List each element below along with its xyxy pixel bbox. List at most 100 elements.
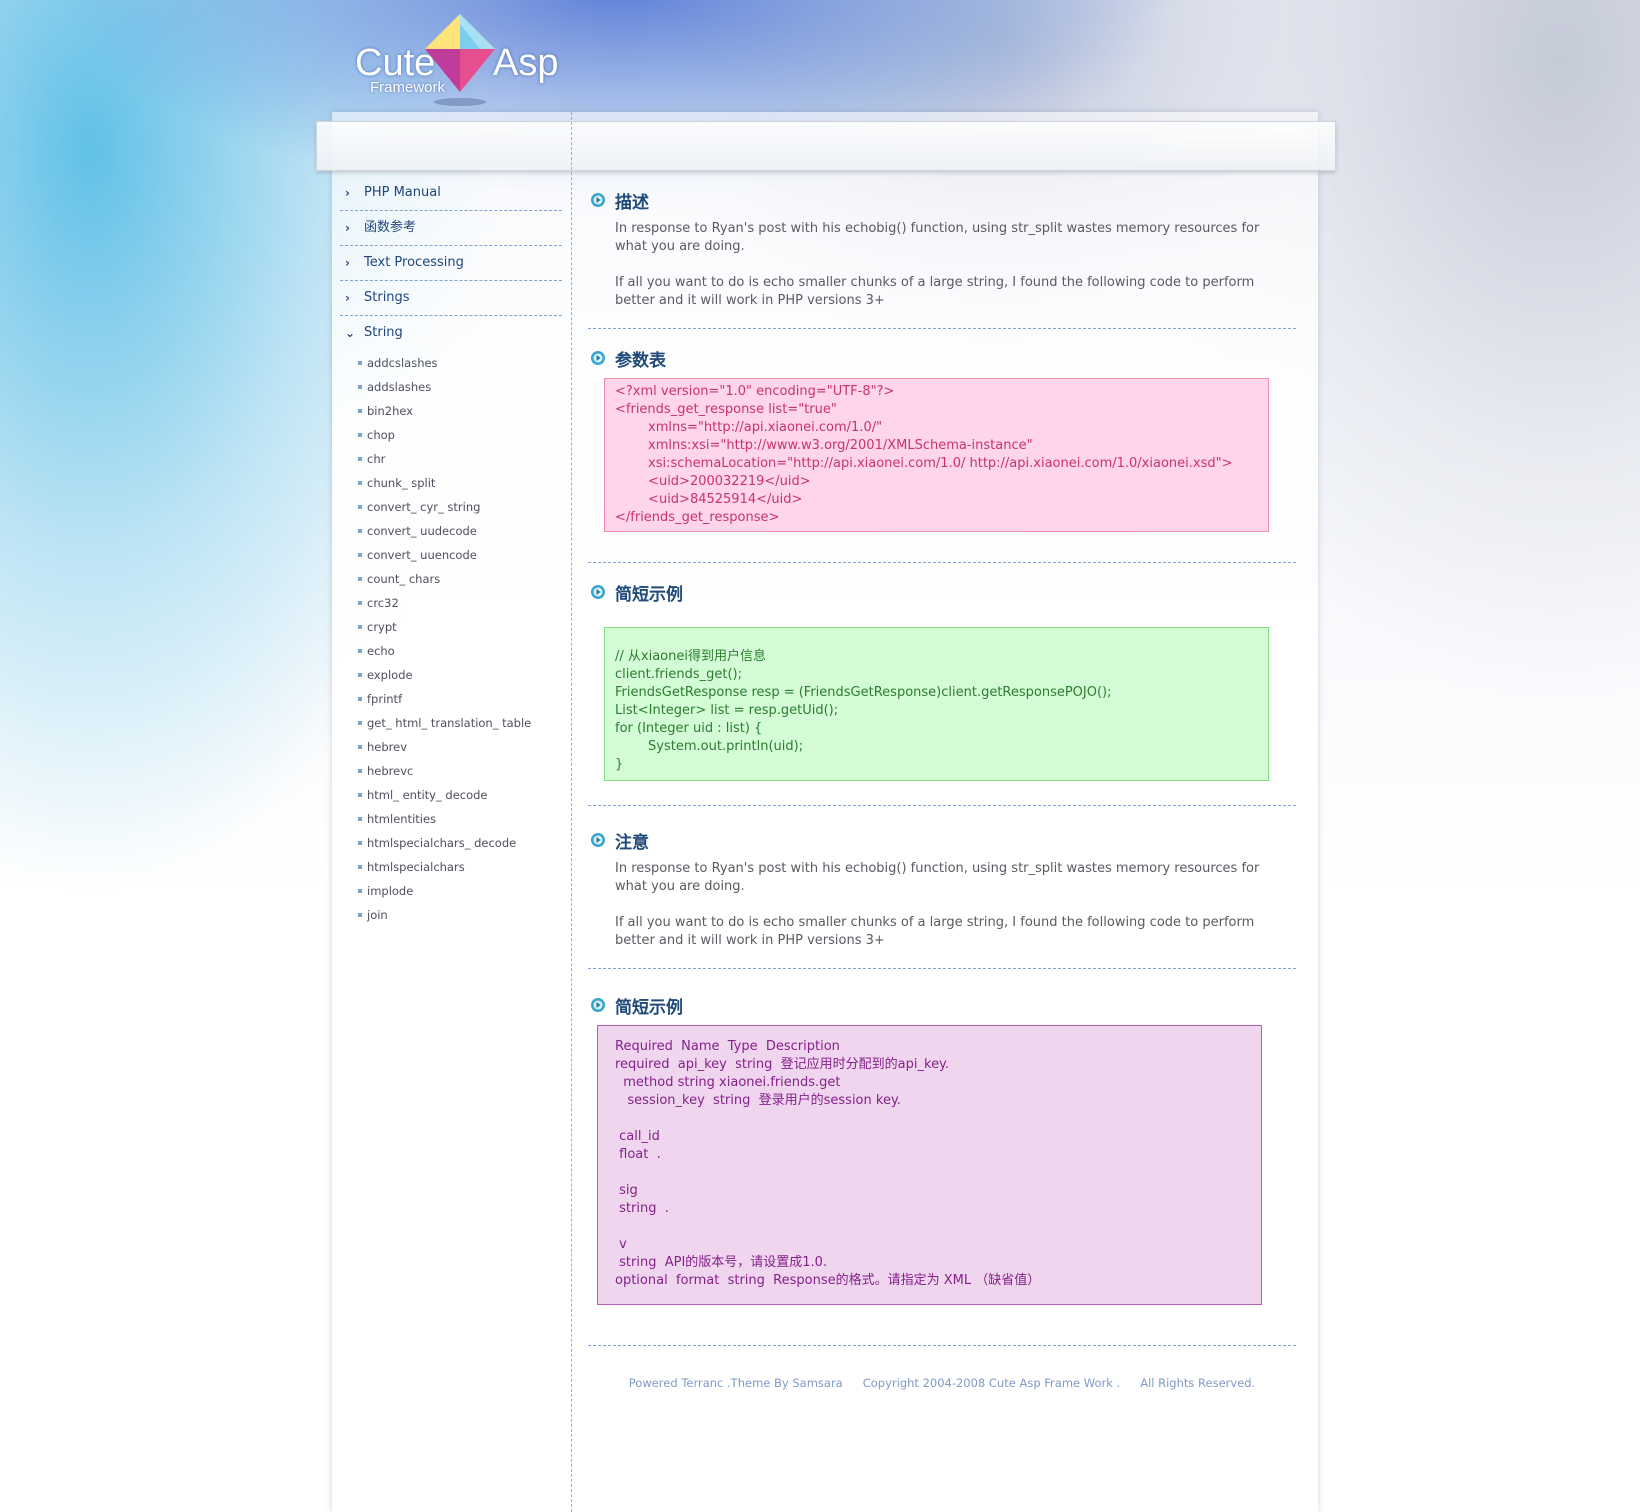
code-line: xsi:schemaLocation="http://api.xiaonei.c… bbox=[615, 456, 1233, 471]
sidebar-subitem[interactable]: join bbox=[340, 903, 562, 927]
sidebar-subitem[interactable]: count_ chars bbox=[340, 567, 562, 591]
sidebar-subitem-label: join bbox=[367, 908, 388, 922]
chevron-right-icon: › bbox=[345, 221, 350, 235]
section-title: 参数表 bbox=[615, 351, 666, 371]
string-function-list: addcslashes addslashes bin2hex chop chr chunk… bbox=[340, 351, 562, 927]
sidebar-item-label: String bbox=[364, 325, 403, 340]
bullet-icon bbox=[358, 433, 362, 437]
code-line: List<Integer> list = resp.getUid(); bbox=[615, 703, 839, 718]
sidebar-item-function-reference[interactable]: › 函数参考 bbox=[340, 211, 562, 246]
sidebar-subitem[interactable]: explode bbox=[340, 663, 562, 687]
section-title: 描述 bbox=[615, 193, 649, 213]
sidebar-subitem[interactable]: addslashes bbox=[340, 375, 562, 399]
paragraph: In response to Ryan's post with his echo… bbox=[615, 861, 1260, 894]
sidebar-subitem-label: htmlentities bbox=[367, 812, 437, 826]
code-line: // 从xiaonei得到用户信息 bbox=[615, 649, 766, 664]
sidebar-subitem[interactable]: crypt bbox=[340, 615, 562, 639]
footer-rights: All Rights Reserved. bbox=[1140, 1376, 1256, 1390]
sidebar-subitem-label: explode bbox=[367, 668, 413, 682]
sidebar-subitem-label: crypt bbox=[367, 620, 397, 634]
code-line: <friends_get_response list="true" bbox=[615, 402, 837, 417]
code-line: <?xml version="1.0" encoding="UTF-8"?> bbox=[615, 384, 895, 399]
sidebar-subitem[interactable]: hebrev bbox=[340, 735, 562, 759]
chevron-down-icon: ⌄ bbox=[345, 326, 356, 340]
section-body: In response to Ryan's post with his echo… bbox=[615, 860, 1265, 950]
bullet-icon bbox=[358, 409, 362, 413]
section-divider bbox=[588, 968, 1296, 969]
sidebar-subitem-label: convert_ uuencode bbox=[367, 548, 477, 562]
bullet-icon bbox=[358, 481, 362, 485]
code-line: sig bbox=[615, 1183, 638, 1198]
sidebar-subitem-label: fprintf bbox=[367, 692, 403, 706]
section-description: 描述 In response to Ryan's post with his e… bbox=[588, 186, 1296, 310]
sidebar-subitem-label: hebrevc bbox=[367, 764, 414, 778]
sidebar: › PHP Manual › 函数参考 › Text Processing › … bbox=[340, 176, 562, 927]
sidebar-item-label: Strings bbox=[364, 290, 410, 305]
sidebar-subitem[interactable]: chop bbox=[340, 423, 562, 447]
sidebar-item-strings[interactable]: › Strings bbox=[340, 281, 562, 316]
sidebar-item-php-manual[interactable]: › PHP Manual bbox=[340, 176, 562, 211]
code-line: <uid>84525914</uid> bbox=[615, 492, 803, 507]
sidebar-subitem-label: implode bbox=[367, 884, 414, 898]
bullet-icon bbox=[358, 721, 362, 725]
sidebar-item-string[interactable]: ⌄ String bbox=[340, 316, 562, 351]
sidebar-subitem-label: get_ html_ translation_ table bbox=[367, 716, 532, 730]
bullet-icon bbox=[358, 769, 362, 773]
logo[interactable]: Cute Asp Framework bbox=[355, 14, 565, 114]
bullet-icon bbox=[358, 865, 362, 869]
sidebar-subitem[interactable]: crc32 bbox=[340, 591, 562, 615]
sidebar-subitem-label: chr bbox=[367, 452, 386, 466]
section-title: 注意 bbox=[615, 833, 649, 853]
bullet-icon bbox=[358, 505, 362, 509]
sidebar-subitem[interactable]: convert_ uudecode bbox=[340, 519, 562, 543]
sidebar-subitem[interactable]: htmlspecialchars_ decode bbox=[340, 831, 562, 855]
bullet-icon bbox=[358, 817, 362, 821]
sidebar-subitem-label: addslashes bbox=[367, 380, 432, 394]
sidebar-subitem[interactable]: addcslashes bbox=[340, 351, 562, 375]
sidebar-subitem[interactable]: chr bbox=[340, 447, 562, 471]
sidebar-subitem[interactable]: chunk_ split bbox=[340, 471, 562, 495]
java-code-block: // 从xiaonei得到用户信息 client.friends_get(); … bbox=[604, 627, 1269, 781]
arrow-circle-icon bbox=[591, 351, 605, 365]
sidebar-subitem[interactable]: bin2hex bbox=[340, 399, 562, 423]
sidebar-item-text-processing[interactable]: › Text Processing bbox=[340, 246, 562, 281]
bullet-icon bbox=[358, 361, 362, 365]
sidebar-item-label: 函数参考 bbox=[364, 220, 417, 235]
sidebar-subitem[interactable]: html_ entity_ decode bbox=[340, 783, 562, 807]
code-line: string . bbox=[615, 1201, 669, 1216]
sidebar-subitem[interactable]: htmlspecialchars bbox=[340, 855, 562, 879]
bullet-icon bbox=[358, 673, 362, 677]
code-line: client.friends_get(); bbox=[615, 667, 743, 682]
chevron-right-icon: › bbox=[345, 256, 350, 270]
arrow-circle-icon bbox=[591, 998, 605, 1012]
sidebar-subitem-label: crc32 bbox=[367, 596, 399, 610]
code-line: Required Name Type Description bbox=[615, 1039, 840, 1054]
paragraph: If all you want to do is echo smaller ch… bbox=[615, 915, 1255, 948]
sidebar-subitem[interactable]: htmlentities bbox=[340, 807, 562, 831]
sidebar-subitem[interactable]: implode bbox=[340, 879, 562, 903]
code-line: v bbox=[615, 1237, 627, 1252]
sidebar-item-label: PHP Manual bbox=[364, 185, 441, 200]
sidebar-subitem[interactable]: get_ html_ translation_ table bbox=[340, 711, 562, 735]
footer: Powered Terranc .Theme By Samsara Copyrig… bbox=[588, 1376, 1296, 1390]
bullet-icon bbox=[358, 697, 362, 701]
code-line: <uid>200032219</uid> bbox=[615, 474, 811, 489]
sidebar-subitem[interactable]: echo bbox=[340, 639, 562, 663]
sidebar-subitem-label: addcslashes bbox=[367, 356, 438, 370]
section-title: 简短示例 bbox=[615, 998, 683, 1018]
sidebar-subitem[interactable]: fprintf bbox=[340, 687, 562, 711]
section-body: In response to Ryan's post with his echo… bbox=[615, 220, 1265, 310]
sidebar-subitem[interactable]: hebrevc bbox=[340, 759, 562, 783]
code-line: FriendsGetResponse resp = (FriendsGetRes… bbox=[615, 685, 1112, 700]
sidebar-subitem[interactable]: convert_ cyr_ string bbox=[340, 495, 562, 519]
chevron-right-icon: › bbox=[345, 186, 350, 200]
bullet-icon bbox=[358, 577, 362, 581]
sidebar-subitem[interactable]: convert_ uuencode bbox=[340, 543, 562, 567]
bullet-icon bbox=[358, 889, 362, 893]
arrow-circle-icon bbox=[591, 193, 605, 207]
sidebar-subitem-label: hebrev bbox=[367, 740, 408, 754]
footer-powered: Powered Terranc .Theme By Samsara bbox=[628, 1376, 843, 1390]
parameter-table-block: Required Name Type Description required … bbox=[597, 1025, 1262, 1305]
